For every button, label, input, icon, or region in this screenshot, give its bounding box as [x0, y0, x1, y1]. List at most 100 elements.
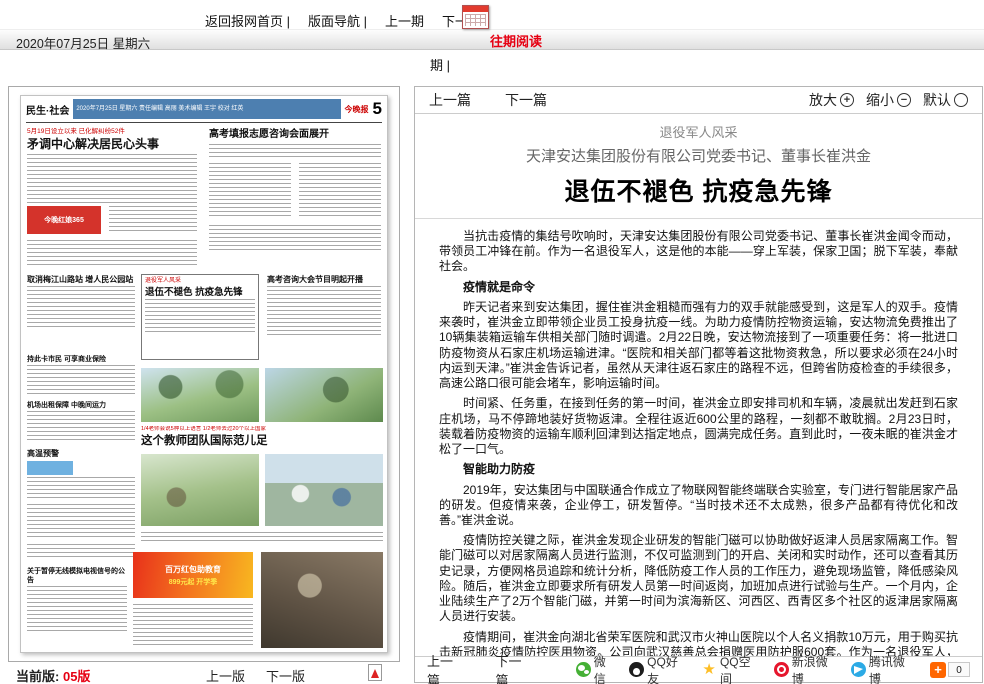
zoom-default-icon	[954, 93, 968, 107]
np-article-heat: 高温预警	[27, 448, 135, 499]
newsprint-text-lines	[267, 286, 381, 336]
np-article-card: 持此卡市民 可享商业保险	[27, 354, 135, 395]
page-thumbnail-panel: 民生·社会 2020年7月25日 星期六 责任编辑 高丽 美术编辑 王宇 校对 …	[8, 86, 400, 662]
newsprint-text-lines	[27, 240, 197, 268]
newspaper-page-thumbnail[interactable]: 民生·社会 2020年7月25日 星期六 责任编辑 高丽 美术编辑 王宇 校对 …	[20, 95, 388, 653]
np-article-exam: 高考填报志愿咨询会面展开	[209, 128, 381, 251]
article-section-heading: 疫情就是命令	[439, 280, 958, 295]
np-headline: 持此卡市民 可享商业保险	[27, 355, 135, 364]
issue-date: 2020年07月25日 星期六	[16, 33, 150, 52]
np-ad-banner-line1: 百万红包助教育	[165, 564, 221, 575]
zoom-out-label: 缩小	[866, 90, 894, 110]
share-more-button[interactable]: +	[930, 662, 946, 678]
share-bar: 上一篇 下一篇 微信 QQ好友 ★ QQ空间 新浪微博 腾讯微博	[415, 656, 982, 682]
np-headline: 高温预警	[27, 449, 135, 459]
article-section-heading: 智能助力防疫	[439, 462, 958, 477]
newsprint-text-lines	[209, 144, 381, 160]
next-article-link[interactable]: 下一篇	[505, 90, 547, 110]
np-headline-kicker: 1/4老师会说5种以上语言 1/2老师去过20个以上国家	[141, 426, 383, 433]
np-section-title: 民生·社会	[26, 102, 69, 117]
newsprint-text-lines	[27, 365, 135, 395]
np-headline-kicker: 退役军人风采	[145, 278, 255, 286]
share-tencent-label: 腾讯微博	[869, 653, 916, 684]
np-article-teacher: 1/4老师会说5种以上语言 1/2老师去过20个以上国家 这个教师团队国际范儿足	[141, 426, 383, 450]
wechat-icon	[576, 662, 591, 677]
np-ad-small: 今晚红娘365	[27, 206, 101, 234]
newsprint-text-lines	[145, 299, 255, 335]
prev-page-link[interactable]: 上一版	[206, 666, 245, 684]
pdf-download-icon[interactable]	[368, 664, 382, 681]
share-tencent-weibo-button[interactable]: 腾讯微博	[851, 653, 916, 684]
calendar-icon-top	[463, 6, 488, 12]
reader-toolbar: 上一篇 下一篇 放大 + 缩小 − 默认	[415, 87, 982, 114]
newsprint-text-lines	[27, 411, 135, 441]
np-weather-graphic	[27, 461, 73, 475]
calendar-icon-grid	[465, 14, 486, 26]
np-ad-banner: 百万红包助教育 899元起 开学季	[133, 552, 253, 598]
zoom-out-icon: −	[897, 93, 911, 107]
top-navigation: 返回报网首页 | 版面导航 | 上一期 下一	[205, 11, 468, 30]
current-page-label: 当前版:	[16, 669, 59, 684]
epaper-reader-page: 返回报网首页 | 版面导航 | 上一期 下一 2020年07月25日 星期六 期…	[0, 0, 984, 684]
tencent-weibo-bird-icon	[851, 662, 866, 677]
nav-home-link[interactable]: 返回报网首页 |	[205, 11, 290, 30]
qq-penguin-icon	[629, 662, 644, 677]
np-masthead: 民生·社会 2020年7月25日 星期六 责任编辑 高丽 美术编辑 王宇 校对 …	[26, 99, 382, 119]
article-paragraph: 当抗击疫情的集结号吹响时，天津安达集团股份有限公司党委书记、董事长崔洪金闻令而动…	[439, 229, 958, 275]
np-headline: 这个教师团队国际范儿足	[141, 435, 383, 448]
np-headline: 退伍不褪色 抗疫急先锋	[145, 287, 255, 298]
zoom-in-button[interactable]: 放大 +	[809, 90, 854, 110]
article-title: 退伍不褪色 抗疫急先锋	[435, 172, 962, 208]
next-page-link[interactable]: 下一版	[266, 666, 305, 684]
zoom-default-label: 默认	[923, 90, 951, 110]
zoom-default-button[interactable]: 默认	[923, 90, 968, 110]
newsprint-text-lines	[27, 477, 135, 499]
np-headline: 机场出租保障 中晚间运力	[27, 401, 135, 410]
newsprint-text-lines	[27, 586, 127, 632]
share-qzone-button[interactable]: ★ QQ空间	[701, 653, 762, 684]
np-article-metro: 取消梅江山路站 增人民公园站	[27, 274, 135, 330]
np-article-main: 5月19日设立以来 已化解纠纷52件 矛调中心解决居民心头事	[27, 128, 197, 204]
np-ad-banner-line2: 899元起 开学季	[169, 577, 218, 587]
np-headline: 关于暂停无线模拟电视信号的公告	[27, 567, 127, 585]
article-reader-panel: 上一篇 下一篇 放大 + 缩小 − 默认 退役军人风采 天津安达集团股份有限公司…	[414, 86, 983, 683]
np-photo-park	[141, 368, 259, 422]
newsprint-caption-lines	[141, 532, 383, 544]
current-page-indicator: 当前版: 05版	[16, 666, 90, 684]
np-headline-kicker: 5月19日设立以来 已化解纠纷52件	[27, 128, 197, 136]
article-paragraph: 时间紧、任务重，在接到任务的第一时间，崔洪金立即安排司机和车辆，凌晨就出发赶到石…	[439, 396, 958, 457]
newsprint-text-lines	[109, 206, 197, 234]
prev-article-link-bottom[interactable]: 上一篇	[427, 651, 465, 684]
np-article-tv: 高考咨询大会节目明起开播	[267, 274, 381, 336]
newsprint-text-lines	[27, 154, 197, 204]
nav-prev-issue-link[interactable]: 上一期	[385, 11, 424, 30]
newsprint-text-lines	[27, 286, 135, 330]
share-sina-weibo-button[interactable]: 新浪微博	[774, 653, 839, 684]
next-article-link-bottom[interactable]: 下一篇	[495, 651, 533, 684]
sina-weibo-icon	[774, 662, 789, 677]
current-page-value: 05版	[63, 669, 90, 684]
article-subtitle: 天津安达集团股份有限公司党委书记、董事长崔洪金	[435, 145, 962, 166]
np-article-airport: 机场出租保障 中晚间运力	[27, 400, 135, 441]
share-wechat-button[interactable]: 微信	[576, 653, 617, 684]
np-headline: 取消梅江山路站 增人民公园站	[27, 275, 135, 285]
np-photo-street	[265, 368, 383, 422]
newsprint-text-lines	[299, 163, 381, 219]
article-body: 当抗击疫情的集结号吹响时，天津安达集团股份有限公司党委书记、董事长崔洪金闻令而动…	[415, 219, 982, 656]
thumbnail-footer: 当前版: 05版 上一版 下一版	[8, 666, 400, 684]
np-headline: 矛调中心解决居民心头事	[27, 138, 197, 152]
share-qq-button[interactable]: QQ好友	[629, 653, 689, 684]
np-article-veteran-current[interactable]: 退役军人风采 退伍不褪色 抗疫急先锋	[141, 274, 259, 360]
zoom-out-button[interactable]: 缩小 −	[866, 90, 911, 110]
zoom-in-icon: +	[840, 93, 854, 107]
newsprint-text-lines	[133, 604, 253, 648]
share-qq-label: QQ好友	[647, 653, 689, 684]
share-sina-label: 新浪微博	[792, 653, 839, 684]
prev-article-link[interactable]: 上一篇	[429, 90, 471, 110]
calendar-icon[interactable]	[462, 5, 489, 29]
nav-layout-link[interactable]: 版面导航 |	[308, 11, 367, 30]
np-date-strip: 2020年7月25日 星期六 责任编辑 高丽 美术编辑 王宇 校对 红英	[73, 99, 340, 119]
nav-next-issue-wrap[interactable]: 期 |	[430, 55, 450, 74]
archive-reading-link[interactable]: 往期阅读	[490, 31, 542, 50]
np-article-notice: 关于暂停无线模拟电视信号的公告	[27, 566, 127, 632]
